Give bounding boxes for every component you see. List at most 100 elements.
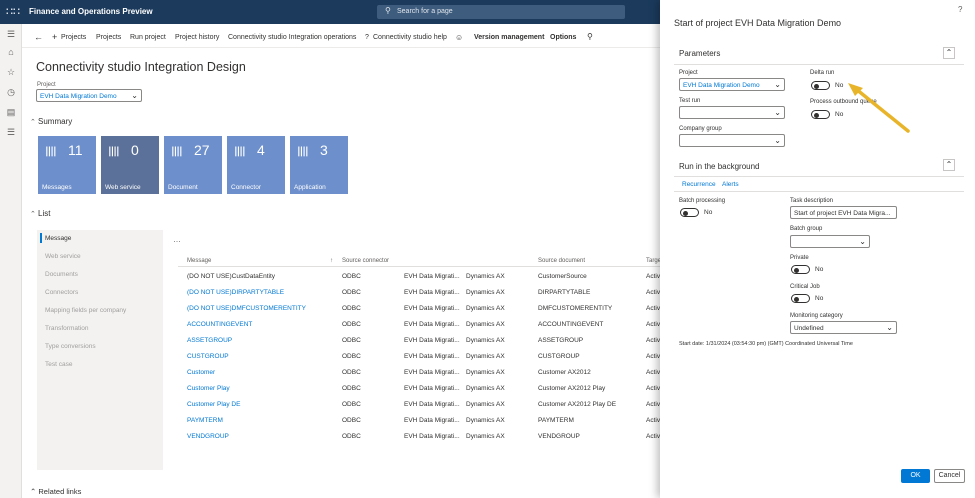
batch-processing-toggle[interactable] (680, 208, 699, 217)
column-header-source-document[interactable]: Source document (538, 258, 585, 264)
new-projects-button[interactable]: Projects (61, 34, 86, 41)
clock-icon[interactable]: ◷ (5, 86, 17, 98)
search-icon[interactable]: ⚲ (587, 32, 593, 41)
cell-message[interactable]: PAYMTERM (187, 417, 223, 424)
related-links-header[interactable]: ⌃ Related links (30, 487, 81, 496)
test-run-select[interactable]: ⌄ (679, 106, 785, 119)
monitoring-category-label: Monitoring category (790, 313, 843, 319)
cell-source-project: EVH Data Migrati... (404, 273, 460, 280)
cell-source-system: Dynamics AX (466, 273, 505, 280)
cell-message[interactable]: (DO NOT USE)DMFCUSTOMERENTITY (187, 305, 306, 312)
company-group-label: Company group (679, 126, 722, 132)
column-header-message[interactable]: Message (187, 258, 211, 264)
cell-source-system: Dynamics AX (466, 337, 505, 344)
cell-message[interactable]: (DO NOT USE)DIRPARTYTABLE (187, 289, 284, 296)
summary-section-header[interactable]: ⌃ Summary (30, 117, 72, 126)
app-title[interactable]: Finance and Operations Preview (29, 7, 153, 16)
cell-message[interactable]: Customer (187, 369, 215, 376)
plus-icon[interactable]: + (52, 32, 57, 42)
help-question-icon[interactable]: ? (365, 34, 369, 41)
cell-message[interactable]: Customer Play DE (187, 401, 240, 408)
list-nav-item[interactable]: Message (45, 235, 71, 242)
cell-source-document: PAYMTERM (538, 417, 574, 424)
cell-source-type: ODBC (342, 369, 361, 376)
cell-source-type: ODBC (342, 321, 361, 328)
tile-document[interactable]: |||| 27 Document (164, 136, 222, 194)
back-arrow-icon[interactable]: ← (34, 32, 43, 42)
column-header-target[interactable]: Targe (646, 258, 661, 264)
divider (674, 64, 964, 65)
tile-application[interactable]: |||| 3 Application (290, 136, 348, 194)
tile-web-service[interactable]: |||| 0 Web service (101, 136, 159, 194)
projects-button[interactable]: Projects (96, 34, 121, 41)
workspace-icon[interactable]: ▤ (5, 106, 17, 118)
batch-group-select[interactable]: ⌄ (790, 235, 870, 248)
search-box[interactable]: ⚲ Search for a page (377, 5, 625, 19)
toggle-knob (683, 210, 688, 216)
cancel-button[interactable]: Cancel (934, 469, 965, 483)
cell-message[interactable]: VENDGROUP (187, 433, 229, 440)
critical-job-toggle[interactable] (791, 294, 810, 303)
monitoring-category-select[interactable]: Undefined ⌄ (790, 321, 897, 334)
private-toggle[interactable] (791, 265, 810, 274)
process-outbound-toggle[interactable] (811, 110, 830, 119)
cell-target: Activ (646, 305, 661, 312)
cell-message[interactable]: ACCOUNTINGEVENT (187, 321, 252, 328)
collapse-parameters-button[interactable]: ⌃ (943, 47, 955, 59)
sort-up-icon[interactable]: ↑ (330, 258, 333, 264)
column-header-source-connector[interactable]: Source connector (342, 258, 389, 264)
help-question-icon[interactable]: ? (958, 5, 962, 14)
run-project-button[interactable]: Run project (130, 34, 166, 41)
project-history-button[interactable]: Project history (175, 34, 219, 41)
cell-message[interactable]: CUSTGROUP (187, 353, 229, 360)
cell-target: Activ (646, 273, 661, 280)
company-group-select[interactable]: ⌄ (679, 134, 785, 147)
hamburger-icon[interactable]: ☰ (5, 28, 17, 40)
cell-source-project: EVH Data Migrati... (404, 401, 460, 408)
star-icon[interactable]: ☆ (5, 66, 17, 78)
app-launcher-icon[interactable]: ∷∷ (6, 6, 20, 18)
list-nav-item[interactable]: Transformation (45, 325, 88, 332)
cell-source-system: Dynamics AX (466, 321, 505, 328)
list-nav-item[interactable]: Mapping fields per company (45, 307, 126, 314)
tile-messages[interactable]: |||| 11 Messages (38, 136, 96, 194)
delta-run-toggle[interactable] (811, 81, 830, 90)
task-description-input[interactable]: Start of project EVH Data Migra... (790, 206, 897, 219)
chevron-down-icon: ⌄ (774, 80, 781, 89)
home-icon[interactable]: ⌂ (5, 46, 17, 58)
project-field-label: Project (679, 70, 698, 76)
background-heading: Run in the background (679, 162, 760, 171)
list-nav-item[interactable]: Test case (45, 361, 72, 368)
tile-label: Connector (231, 184, 261, 191)
project-select-value: EVH Data Migration Demo (40, 93, 117, 100)
cell-message[interactable]: Customer Play (187, 385, 230, 392)
integration-ops-button[interactable]: Connectivity studio Integration operatio… (228, 34, 356, 41)
ok-button[interactable]: OK (901, 469, 930, 483)
summary-heading: Summary (38, 117, 73, 126)
more-options-icon[interactable]: … (173, 235, 181, 244)
project-label: Project (37, 82, 56, 88)
list-nav-item[interactable]: Connectors (45, 289, 78, 296)
list-nav-item[interactable]: Web service (45, 253, 81, 260)
alerts-link[interactable]: Alerts (722, 181, 739, 188)
cell-source-type: ODBC (342, 353, 361, 360)
search-placeholder: Search for a page (397, 8, 453, 15)
tile-label: Application (294, 184, 326, 191)
connectivity-help-button[interactable]: Connectivity studio help (373, 34, 447, 41)
list-icon[interactable]: ☰ (5, 126, 17, 138)
feedback-icon[interactable]: ☺ (455, 33, 463, 42)
tile-connector[interactable]: |||| 4 Connector (227, 136, 285, 194)
project-select[interactable]: EVH Data Migration Demo ⌄ (36, 89, 142, 102)
list-section-header[interactable]: ⌃ List (30, 209, 50, 218)
version-management-tab[interactable]: Version management (474, 34, 544, 41)
options-tab[interactable]: Options (550, 34, 576, 41)
collapse-background-button[interactable]: ⌃ (943, 159, 955, 171)
tile-label: Web service (105, 184, 141, 191)
cell-message[interactable]: ASSETGROUP (187, 337, 232, 344)
divider (674, 176, 964, 177)
project-field[interactable]: EVH Data Migration Demo ⌄ (679, 78, 785, 91)
recurrence-link[interactable]: Recurrence (682, 181, 716, 188)
list-nav-item[interactable]: Documents (45, 271, 78, 278)
parameters-heading: Parameters (679, 49, 721, 58)
list-nav-item[interactable]: Type conversions (45, 343, 96, 350)
